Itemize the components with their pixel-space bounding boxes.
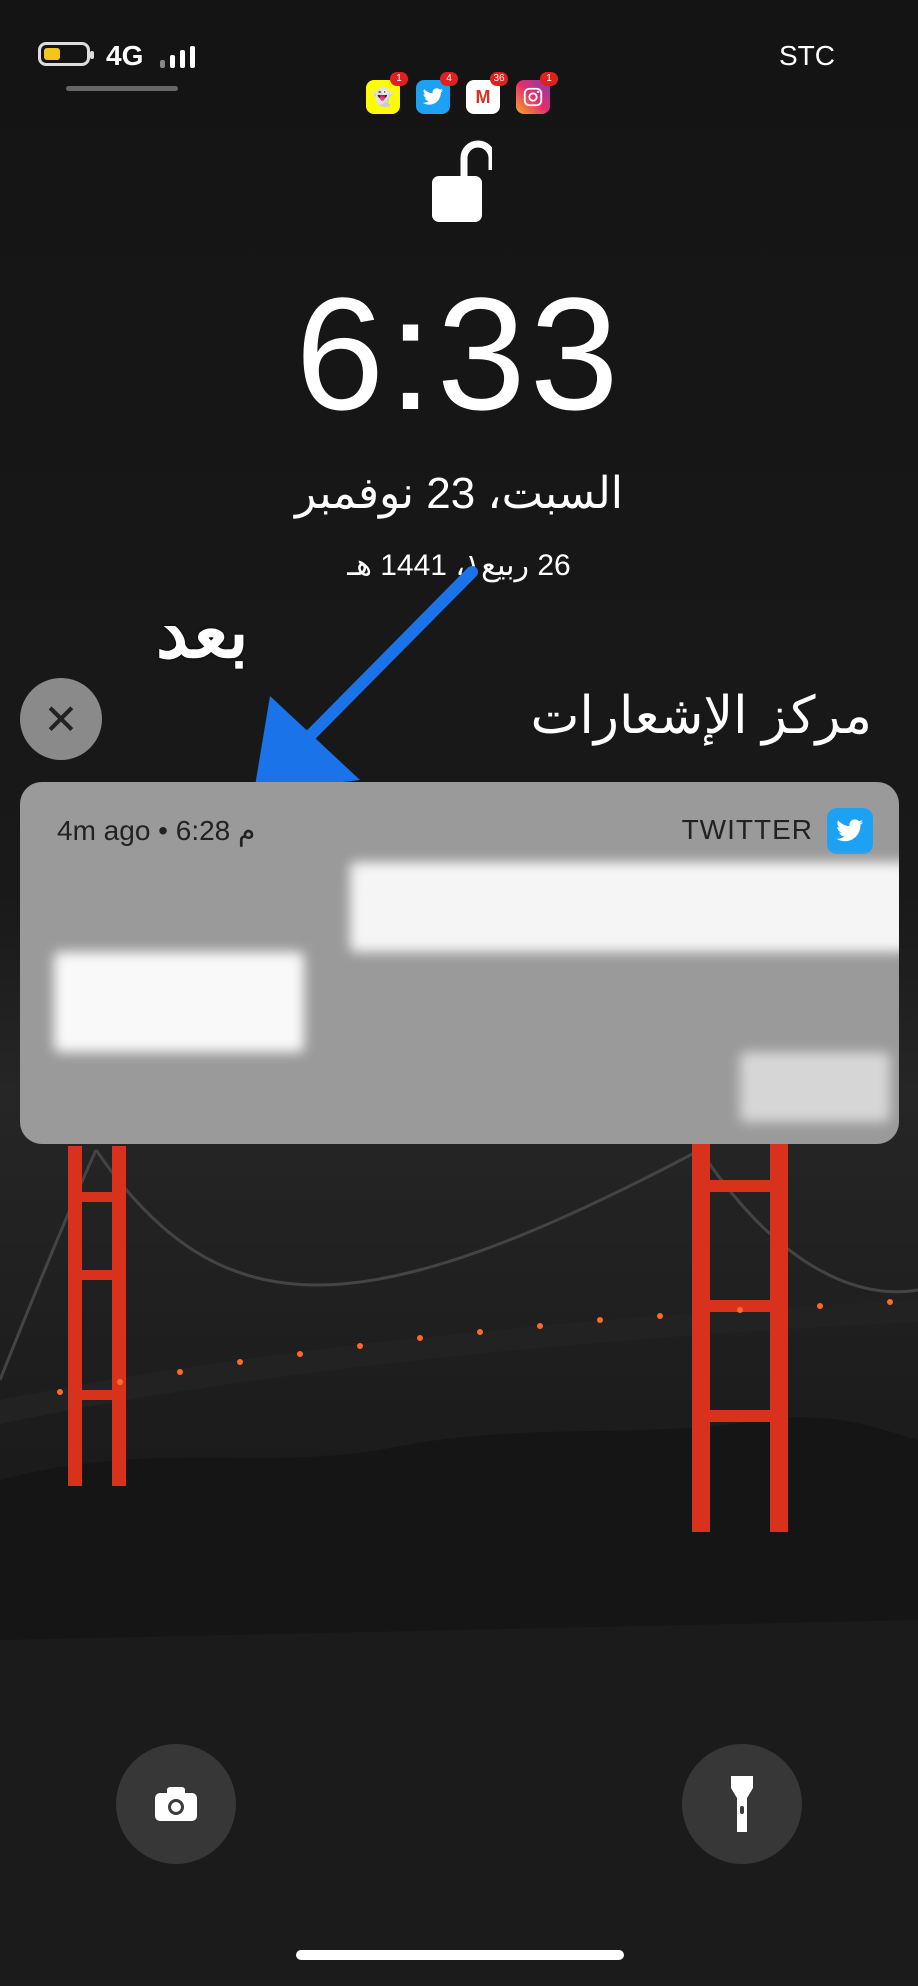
home-indicator[interactable] [296, 1950, 624, 1960]
blurred-content [740, 1052, 890, 1122]
flashlight-button[interactable] [682, 1744, 802, 1864]
twitter-badge: 4 [440, 72, 458, 86]
signal-strength-icon [160, 44, 200, 68]
camera-button[interactable] [116, 1744, 236, 1864]
gmail-icon: M 36 [466, 72, 508, 114]
instagram-badge: 1 [540, 72, 558, 86]
twitter-icon: 4 [416, 72, 458, 114]
unlocked-padlock-icon [432, 140, 492, 222]
notification-time: 4m ago • 6:28 م [57, 815, 256, 846]
network-type: 4G [106, 40, 144, 71]
snapchat-badge: 1 [390, 72, 408, 86]
blurred-content [350, 862, 899, 952]
flashlight-icon [731, 1776, 753, 1832]
close-icon: ✕ [43, 695, 79, 743]
blurred-content [54, 952, 304, 1052]
lock-screen-time: 6:33 [295, 264, 623, 443]
camera-icon [155, 1787, 197, 1821]
notification-app-icons: 👻 1 4 M 36 1 [366, 72, 558, 118]
lock-screen-date: السبت، 23 نوفمبر [295, 469, 623, 518]
instagram-icon: 1 [516, 72, 558, 114]
battery-level [44, 48, 60, 60]
gmail-badge: 36 [490, 72, 508, 86]
status-indicator-bar [66, 86, 178, 91]
annotation-label: بعد [156, 593, 249, 673]
carrier-name: STC [779, 40, 835, 71]
battery-icon [38, 42, 94, 66]
notification-app-name: TWITTER [681, 814, 813, 845]
snapchat-icon: 👻 1 [366, 72, 408, 114]
notification-center-title: مركز الإشعارات [530, 687, 872, 745]
clear-notifications-button[interactable]: ✕ [20, 678, 102, 760]
status-bar: 4G STC [0, 38, 918, 78]
twitter-notification-card[interactable]: 4m ago • 6:28 م TWITTER [20, 782, 899, 1144]
annotation-arrow-icon [254, 566, 478, 792]
twitter-app-icon [827, 808, 873, 854]
